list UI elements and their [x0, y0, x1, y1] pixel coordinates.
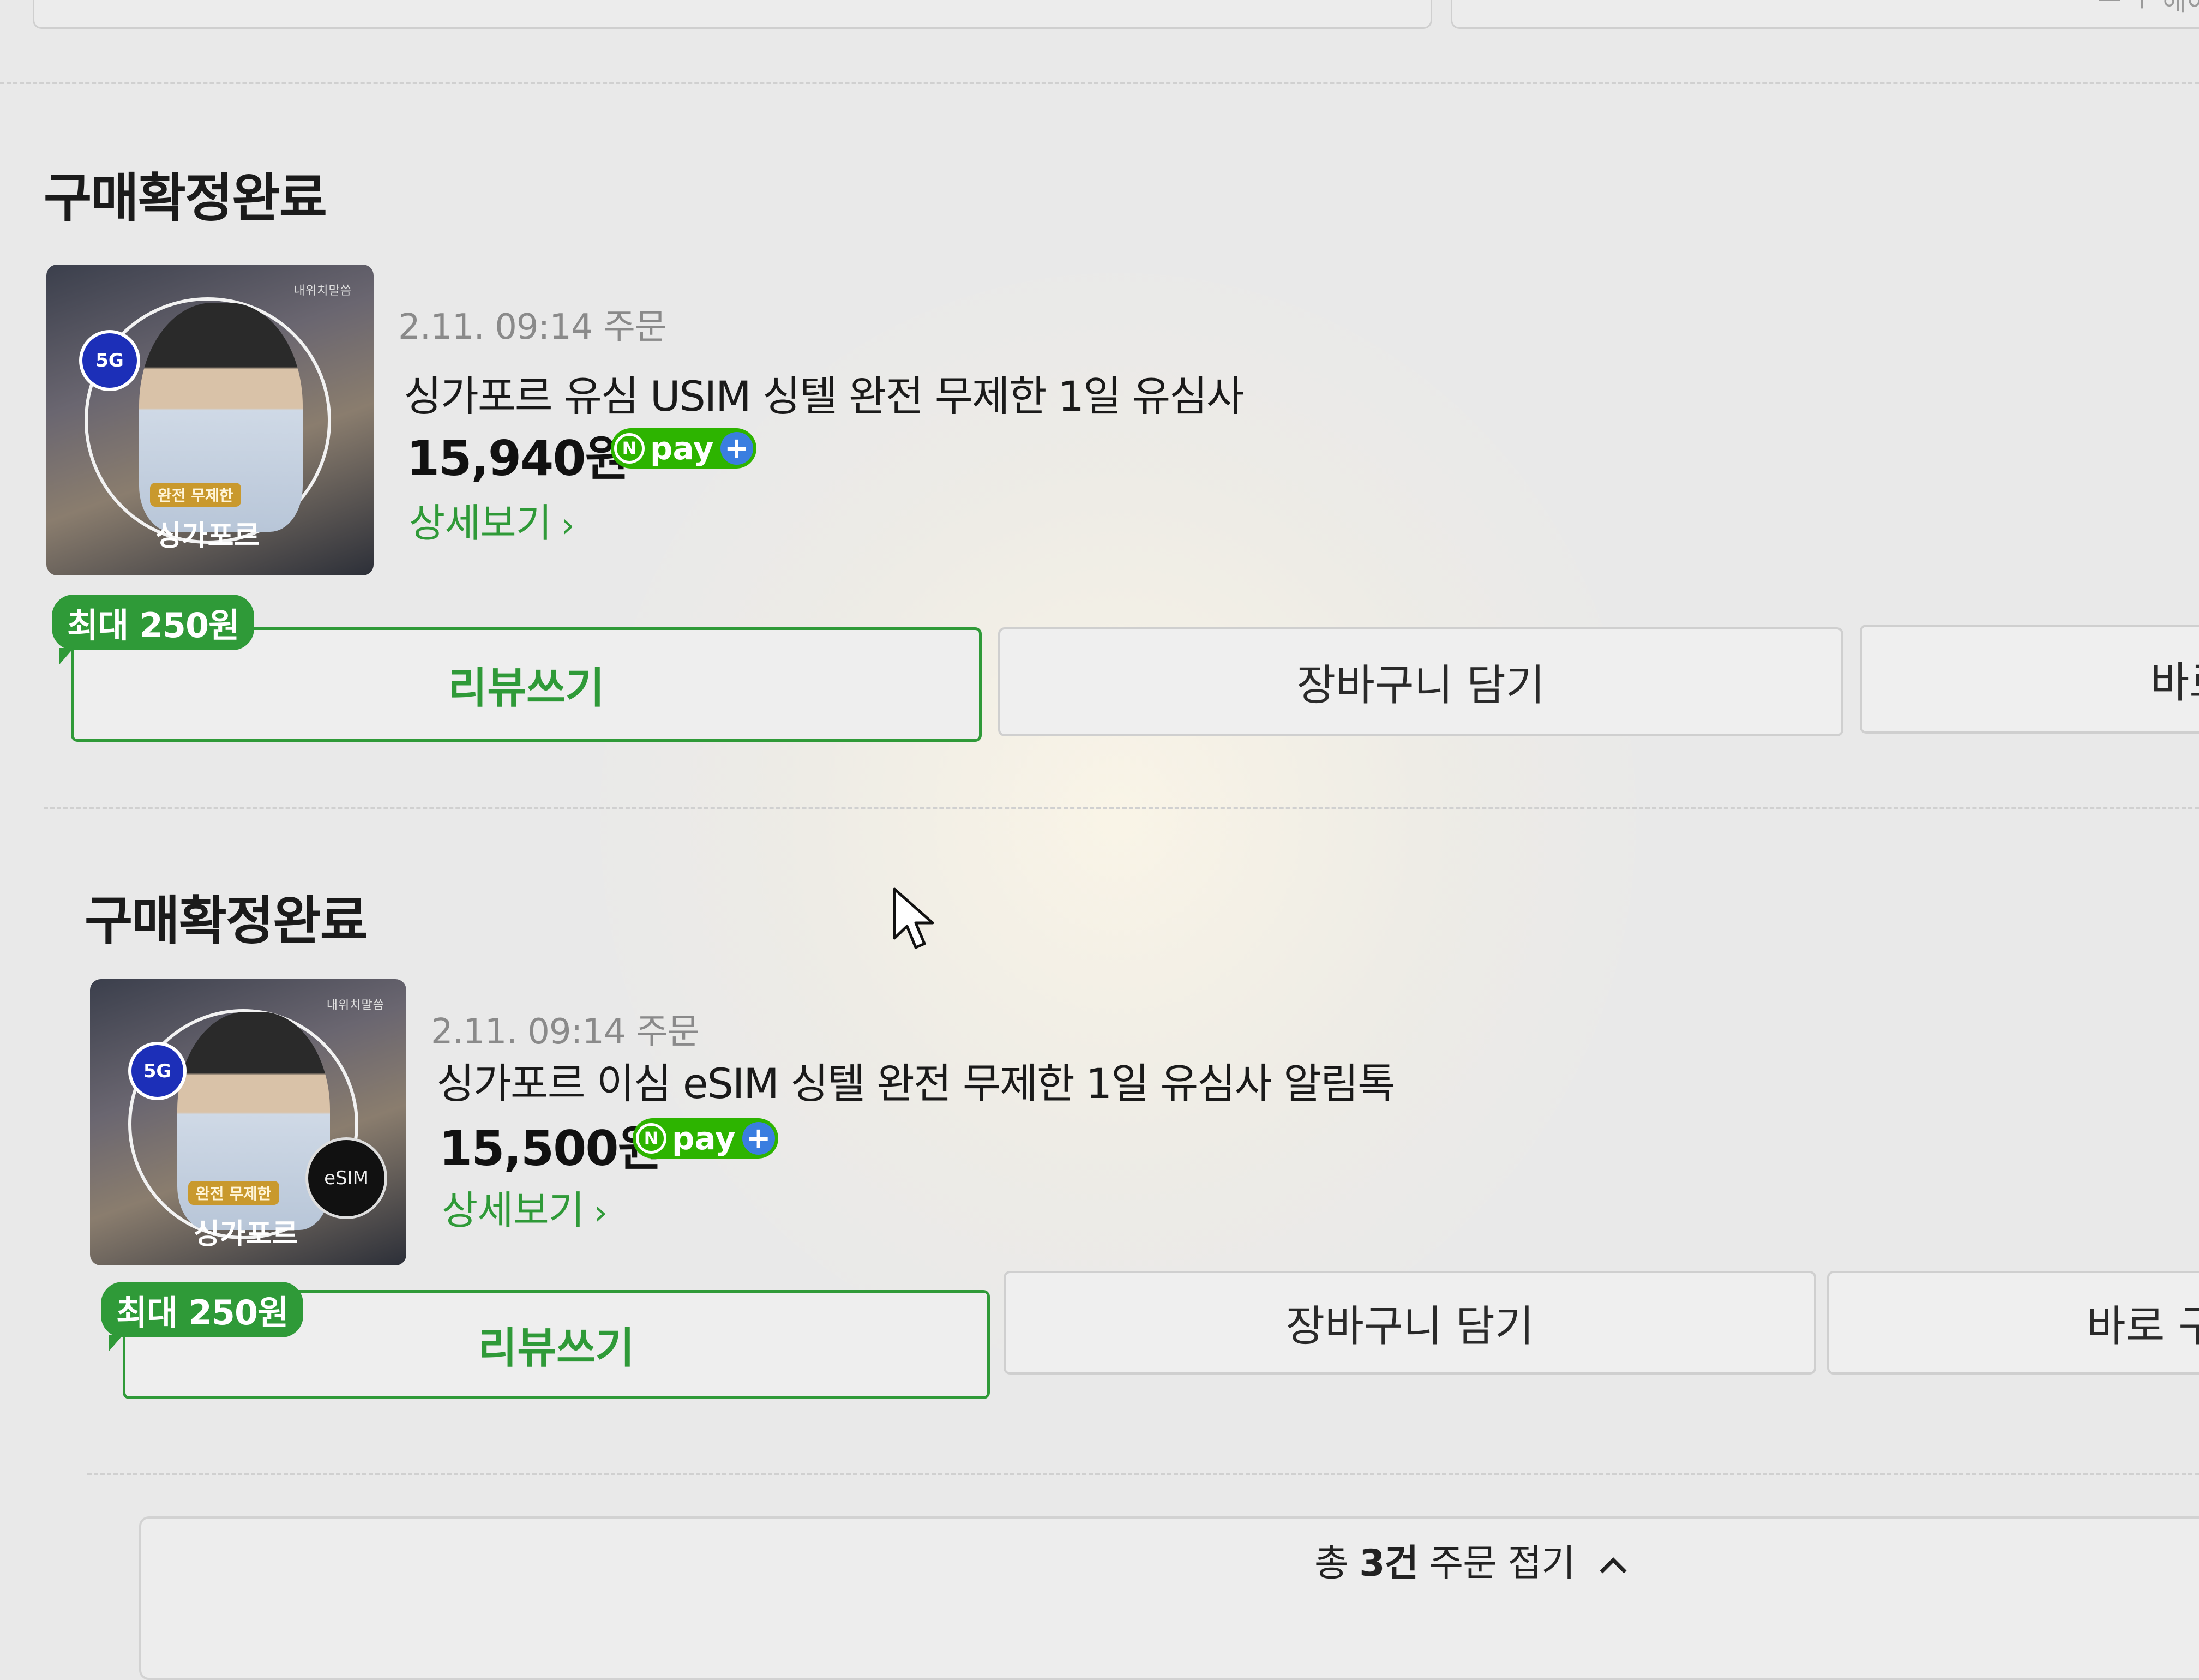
- 5g-badge-icon: 5G: [79, 330, 140, 391]
- chevron-right-icon: ›: [561, 505, 575, 545]
- add-to-cart-button[interactable]: 장바구니 담기: [998, 627, 1843, 736]
- npay-plus-badge: N pay +: [611, 428, 756, 469]
- fold-prefix: 총: [1314, 1542, 1360, 1585]
- detail-link-label: 상세보기: [409, 500, 552, 546]
- collapse-orders-label: 총 3건 주문 접기: [1314, 1533, 1630, 1587]
- previous-button-right[interactable]: ㅡ ㅜ 헤이: [1451, 0, 2199, 29]
- detail-link[interactable]: 상세보기 ›: [409, 491, 575, 548]
- mouse-cursor-icon: [893, 887, 934, 949]
- product-title[interactable]: 싱가포르 이심 eSIM 싱텔 완전 무제한 1일 유심사 알림톡: [436, 1050, 1396, 1110]
- buy-now-button[interactable]: 바로 구: [1827, 1271, 2199, 1375]
- order-status: 구매확정완료: [85, 890, 368, 951]
- product-price: 15,940원: [406, 430, 629, 487]
- chevron-up-icon: [1600, 1557, 1627, 1574]
- npay-n-icon: N: [614, 433, 645, 464]
- thumbnail-place: 싱가포르: [155, 520, 260, 553]
- npay-text: pay: [672, 1120, 736, 1157]
- detail-link[interactable]: 상세보기 ›: [442, 1178, 608, 1235]
- screen-glare: [600, 273, 1636, 1364]
- review-button-label: 리뷰쓰기: [448, 664, 605, 713]
- buy-now-label: 바로 구: [2086, 1302, 2199, 1351]
- top-strip: ㅡ ㅜ 헤이: [0, 0, 2199, 38]
- thumbnail-brand: 내위치말씀: [293, 284, 352, 298]
- thumbnail-place: 싱가포르: [194, 1218, 298, 1251]
- review-button-label: 리뷰쓰기: [478, 1324, 635, 1373]
- order-status: 구매확정완료: [44, 167, 327, 229]
- thumbnail-tag: 완전 무제한: [188, 1181, 279, 1205]
- divider: [44, 807, 2199, 809]
- esim-badge-icon: eSIM: [305, 1137, 387, 1219]
- thumbnail-brand: 내위치말씀: [326, 999, 384, 1012]
- previous-button-left[interactable]: [33, 0, 1432, 29]
- product-price: 15,500원: [439, 1120, 662, 1177]
- chevron-right-icon: ›: [593, 1192, 608, 1232]
- buy-now-button[interactable]: 바로: [1860, 625, 2199, 734]
- npay-plus-badge: N pay +: [633, 1118, 778, 1159]
- npay-text: pay: [650, 430, 714, 467]
- npay-n-icon: N: [636, 1123, 666, 1154]
- collapse-orders-button[interactable]: [139, 1516, 2199, 1680]
- plus-icon: +: [742, 1122, 775, 1155]
- divider: [0, 82, 2199, 84]
- add-to-cart-label: 장바구니 담기: [1285, 1302, 1534, 1351]
- 5g-badge-icon: 5G: [128, 1042, 187, 1100]
- previous-button-label: ㅡ ㅜ 헤이: [2097, 0, 2199, 16]
- add-to-cart-button[interactable]: 장바구니 담기: [1004, 1271, 1816, 1375]
- plus-icon: +: [720, 432, 753, 465]
- detail-link-label: 상세보기: [442, 1187, 585, 1233]
- reward-badge: 최대 250원: [101, 1282, 304, 1352]
- order-date: 2.11. 09:14 주문: [431, 1012, 700, 1052]
- divider: [87, 1473, 2199, 1475]
- thumbnail-tag: 완전 무제한: [150, 483, 241, 507]
- fold-suffix: 주문 접기: [1418, 1542, 1576, 1585]
- product-thumbnail[interactable]: 5G 내위치말씀 완전 무제한 싱가포르: [46, 265, 374, 575]
- fold-count: 3건: [1359, 1542, 1419, 1585]
- reward-badge: 최대 250원: [52, 595, 255, 664]
- order-date: 2.11. 09:14 주문: [398, 307, 667, 347]
- product-title[interactable]: 싱가포르 유심 USIM 싱텔 완전 무제한 1일 유심사: [404, 363, 1245, 423]
- product-thumbnail[interactable]: 5G 내위치말씀 eSIM 완전 무제한 싱가포르: [90, 979, 406, 1265]
- buy-now-label: 바로: [2150, 658, 2199, 707]
- add-to-cart-label: 장바구니 담기: [1296, 661, 1545, 710]
